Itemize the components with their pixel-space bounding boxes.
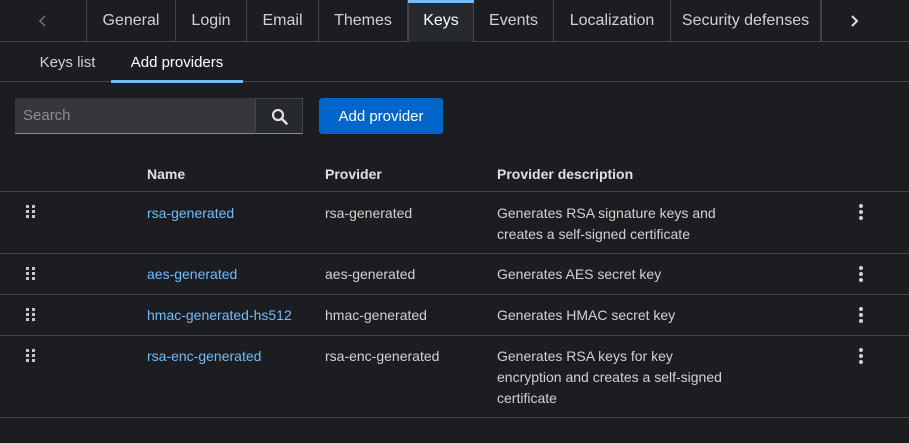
tab-events[interactable]: Events bbox=[474, 0, 554, 42]
table-header: Name Provider Provider description bbox=[0, 152, 909, 192]
table-row: aes-generated aes-generated Generates AE… bbox=[0, 254, 909, 295]
grip-vertical-icon bbox=[26, 349, 35, 362]
scroll-tabs-right-button[interactable] bbox=[821, 0, 885, 42]
subtab-keys-list[interactable]: Keys list bbox=[24, 42, 111, 82]
row-actions-button[interactable] bbox=[854, 306, 868, 324]
realm-settings-tabs: General Login Email Themes Keys Events L… bbox=[0, 0, 909, 42]
provider-type: rsa-generated bbox=[325, 205, 413, 221]
provider-type: hmac-generated bbox=[325, 307, 427, 323]
search-group bbox=[15, 98, 303, 134]
subtab-add-providers[interactable]: Add providers bbox=[111, 42, 243, 83]
kebab-icon bbox=[859, 266, 863, 282]
provider-name-link[interactable]: rsa-enc-generated bbox=[147, 346, 261, 367]
kebab-icon bbox=[859, 204, 863, 220]
tab-themes[interactable]: Themes bbox=[319, 0, 408, 42]
grip-vertical-icon bbox=[26, 267, 35, 280]
tab-general[interactable]: General bbox=[87, 0, 176, 42]
tab-localization[interactable]: Localization bbox=[554, 0, 671, 42]
row-actions-button[interactable] bbox=[854, 347, 868, 365]
tab-login[interactable]: Login bbox=[176, 0, 247, 42]
scroll-tabs-left-button[interactable] bbox=[0, 0, 87, 42]
grip-vertical-icon bbox=[26, 308, 35, 321]
provider-description: Generates RSA keys for key encryption an… bbox=[497, 348, 722, 406]
drag-handle[interactable] bbox=[25, 349, 37, 363]
provider-type: rsa-enc-generated bbox=[325, 348, 440, 364]
column-header-provider-description[interactable]: Provider description bbox=[497, 166, 633, 182]
drag-handle[interactable] bbox=[25, 205, 37, 219]
chevron-left-icon bbox=[38, 15, 46, 27]
provider-description: Generates RSA signature keys and creates… bbox=[497, 205, 716, 242]
row-actions-button[interactable] bbox=[854, 203, 868, 221]
keys-subtabs: Keys list Add providers bbox=[0, 42, 909, 83]
table-row: hmac-generated-hs512 hmac-generated Gene… bbox=[0, 295, 909, 336]
drag-handle[interactable] bbox=[25, 267, 37, 281]
table-row: rsa-generated rsa-generated Generates RS… bbox=[0, 192, 909, 254]
tab-keys[interactable]: Keys bbox=[408, 0, 474, 42]
table-row: rsa-enc-generated rsa-enc-generated Gene… bbox=[0, 336, 909, 418]
kebab-icon bbox=[859, 307, 863, 323]
drag-handle[interactable] bbox=[25, 308, 37, 322]
provider-description: Generates AES secret key bbox=[497, 266, 662, 282]
tab-security-defenses[interactable]: Security defenses bbox=[671, 0, 821, 42]
search-input[interactable] bbox=[15, 98, 255, 134]
provider-name-link[interactable]: rsa-generated bbox=[147, 203, 234, 224]
column-header-name[interactable]: Name bbox=[147, 166, 185, 182]
search-button[interactable] bbox=[255, 98, 303, 134]
provider-type: aes-generated bbox=[325, 266, 416, 282]
tab-email[interactable]: Email bbox=[247, 0, 319, 42]
row-actions-button[interactable] bbox=[854, 265, 868, 283]
column-header-provider[interactable]: Provider bbox=[325, 166, 382, 182]
grip-vertical-icon bbox=[26, 205, 35, 218]
add-provider-button[interactable]: Add provider bbox=[319, 98, 443, 134]
search-icon bbox=[271, 108, 288, 125]
provider-description: Generates HMAC secret key bbox=[497, 307, 676, 323]
provider-name-link[interactable]: hmac-generated-hs512 bbox=[147, 305, 292, 326]
page: General Login Email Themes Keys Events L… bbox=[0, 0, 909, 443]
chevron-right-icon bbox=[850, 15, 858, 27]
provider-name-link[interactable]: aes-generated bbox=[147, 264, 237, 285]
kebab-icon bbox=[859, 348, 863, 364]
